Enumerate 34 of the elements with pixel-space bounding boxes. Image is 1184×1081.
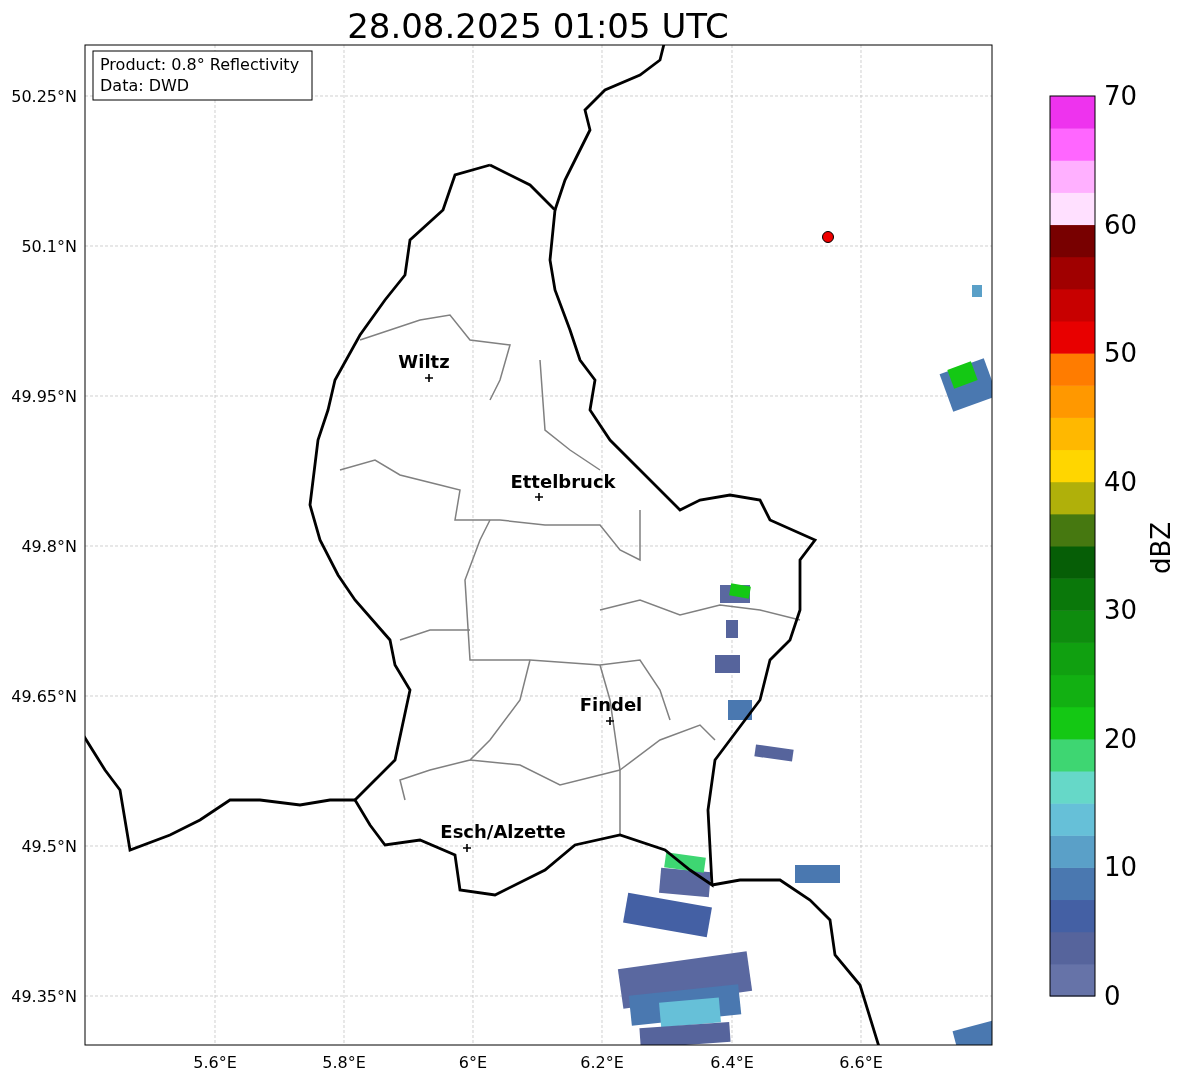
longitude-label: 6.2°E bbox=[580, 1053, 624, 1072]
longitude-label: 6°E bbox=[458, 1053, 488, 1072]
city-label: Esch/Alzette bbox=[440, 821, 566, 842]
latitude-label: 49.8°N bbox=[21, 537, 77, 556]
location-dot bbox=[822, 231, 834, 243]
colorbar-label: dBZ bbox=[1146, 521, 1176, 575]
longitude-label: 5.6°E bbox=[193, 1053, 237, 1072]
map-title: 28.08.2025 01:05 UTC bbox=[347, 6, 729, 46]
latitude-label: 49.5°N bbox=[21, 837, 77, 856]
colorbar-tick-label: 20 bbox=[1104, 723, 1138, 754]
city-marker-icon bbox=[534, 492, 544, 502]
longitude-label: 5.8°E bbox=[322, 1053, 366, 1072]
latitude-label: 49.95°N bbox=[11, 387, 77, 406]
latitude-label: 49.35°N bbox=[11, 987, 77, 1006]
city-label: Ettelbruck bbox=[510, 471, 616, 492]
city-marker-icon bbox=[424, 373, 434, 383]
city-label: Wiltz bbox=[398, 351, 450, 372]
city-label: Findel bbox=[579, 694, 643, 715]
longitude-label: 6.4°E bbox=[710, 1053, 754, 1072]
latitude-label: 50.1°N bbox=[21, 237, 77, 256]
colorbar-tick-label: 10 bbox=[1104, 852, 1138, 883]
colorbar-tick-label: 40 bbox=[1104, 466, 1138, 497]
latitude-label: 49.65°N bbox=[11, 687, 77, 706]
colorbar-tick-label: 50 bbox=[1104, 338, 1138, 369]
colorbar-tick-label: 70 bbox=[1104, 81, 1138, 111]
colorbar-tick-label: 60 bbox=[1104, 209, 1138, 240]
colorbar-tick-label: 30 bbox=[1104, 595, 1138, 626]
city-marker-icon bbox=[605, 716, 615, 726]
city-marker-icon bbox=[462, 843, 472, 853]
info-text: Data: DWD bbox=[100, 76, 190, 95]
colorbar-tick-label: 0 bbox=[1104, 981, 1121, 1011]
longitude-label: 6.6°E bbox=[839, 1053, 883, 1072]
info-text: Product: 0.8° Reflectivity bbox=[100, 55, 300, 74]
latitude-label: 50.25°N bbox=[11, 87, 77, 106]
